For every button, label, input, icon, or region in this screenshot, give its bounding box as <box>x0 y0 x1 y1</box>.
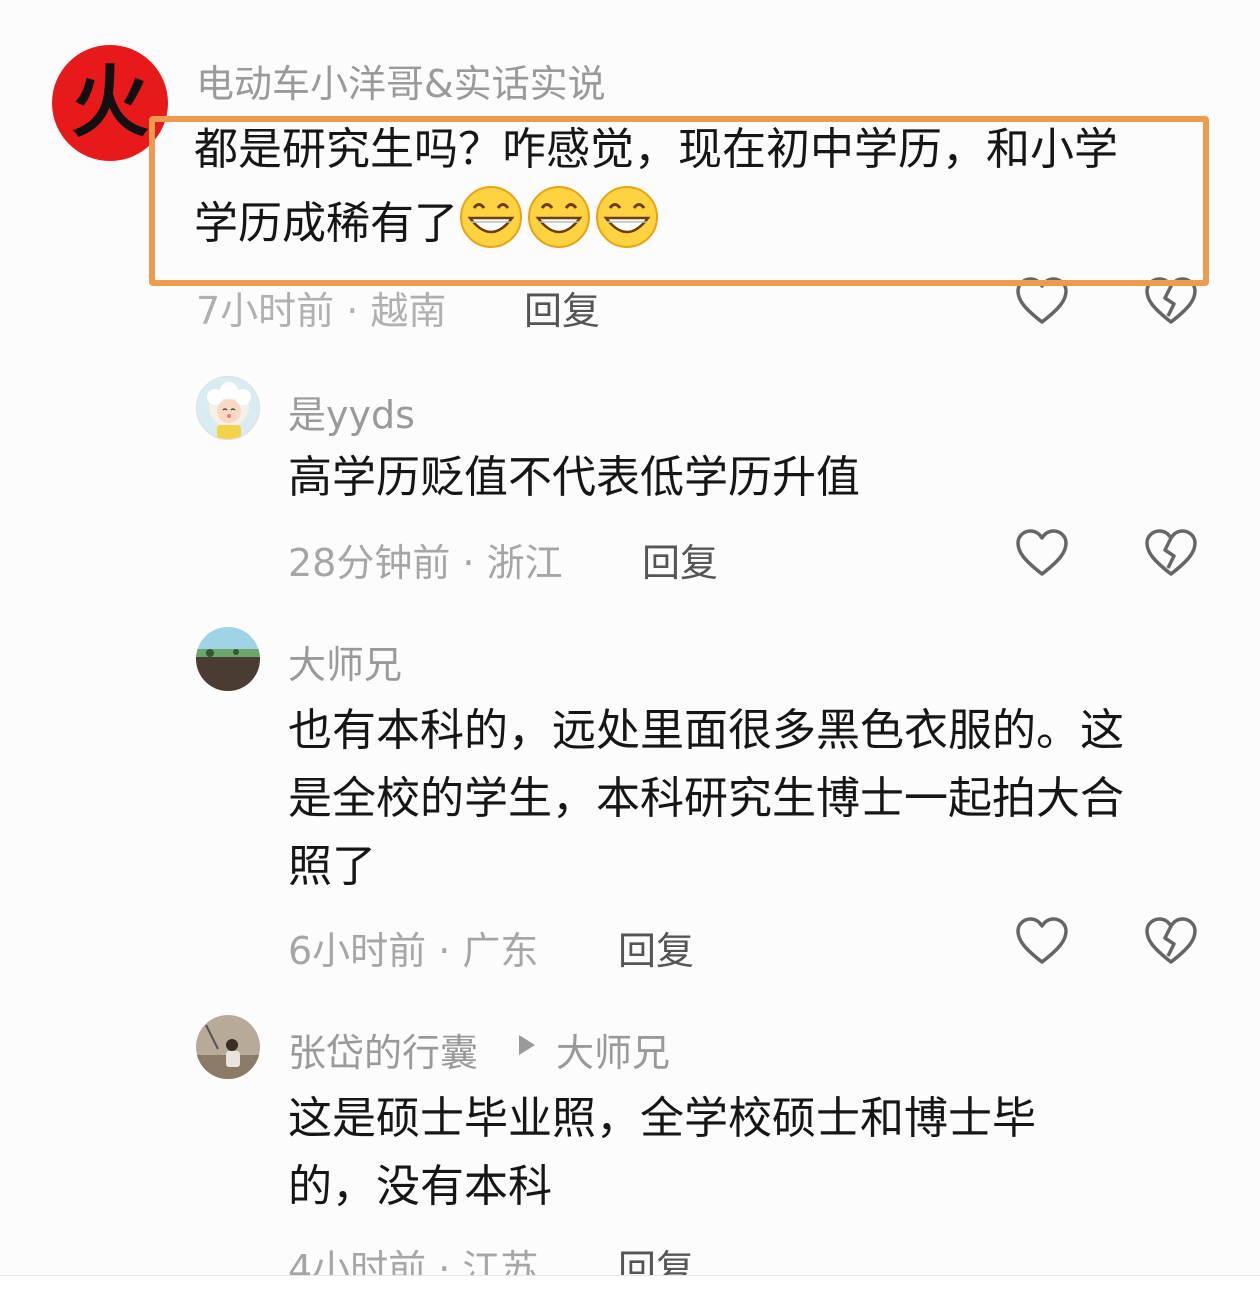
comment-text-segment: 这是硕士毕业照，全学校硕士和博士毕 <box>288 1093 1036 1144</box>
landscape-avatar-image <box>196 627 260 691</box>
avatar[interactable] <box>196 1015 260 1079</box>
avatar[interactable] <box>196 627 260 691</box>
triangle-right-icon <box>516 1032 538 1058</box>
bottom-edge <box>0 1275 1260 1296</box>
comment-text-line: 高学历贬值不代表低学历升值 <box>288 452 860 503</box>
comment-text-line: 是全校的学生，本科研究生博士一起拍大合 <box>288 773 1124 824</box>
comment-username[interactable]: 电动车小洋哥&实话实说 <box>196 53 606 108</box>
heart-outline-icon[interactable] <box>1014 526 1070 582</box>
comment-text-line: 照了 <box>288 841 376 892</box>
reply-button[interactable]: 回复 <box>618 920 694 975</box>
reply-to-username[interactable]: 大师兄 <box>556 1022 670 1077</box>
comment-username[interactable]: 大师兄 <box>288 634 402 689</box>
sheep-avatar-image <box>207 382 251 439</box>
heart-outline-icon[interactable] <box>1014 914 1070 970</box>
broken-heart-icon[interactable] <box>1143 526 1199 582</box>
highlight-box <box>149 116 1209 286</box>
comment-username[interactable]: 张岱的行囊 <box>288 1022 478 1077</box>
avatar[interactable] <box>196 376 260 440</box>
comment-time-location: 7小时前 · 越南 <box>196 289 447 333</box>
comment-text: 这是硕士毕业照，全学校硕士和博士毕 的，没有本科 <box>288 1085 1208 1221</box>
comment-text-line: 的，没有本科 <box>288 1161 552 1212</box>
comment-time-location: 6小时前 · 广东 <box>288 929 539 973</box>
comment-text-line: 也有本科的，远处里面很多黑色衣服的。这 <box>288 705 1124 756</box>
text-fade-overlay <box>1068 1085 1168 1153</box>
comment-time-location: 28分钟前 · 浙江 <box>288 541 563 585</box>
reply-button[interactable]: 回复 <box>642 532 718 587</box>
comment-text: 也有本科的，远处里面很多黑色衣服的。这 是全校的学生，本科研究生博士一起拍大合 … <box>288 697 1208 901</box>
comment-text: 高学历贬值不代表低学历升值 <box>288 444 1208 512</box>
broken-heart-icon[interactable] <box>1143 914 1199 970</box>
comment-username[interactable]: 是yyds <box>288 384 415 439</box>
person-avatar-image <box>196 1015 260 1079</box>
reply-button[interactable]: 回复 <box>524 280 600 335</box>
comment-text-line: 这是硕士毕业照，全学校硕士和博士毕 <box>288 1085 1208 1153</box>
